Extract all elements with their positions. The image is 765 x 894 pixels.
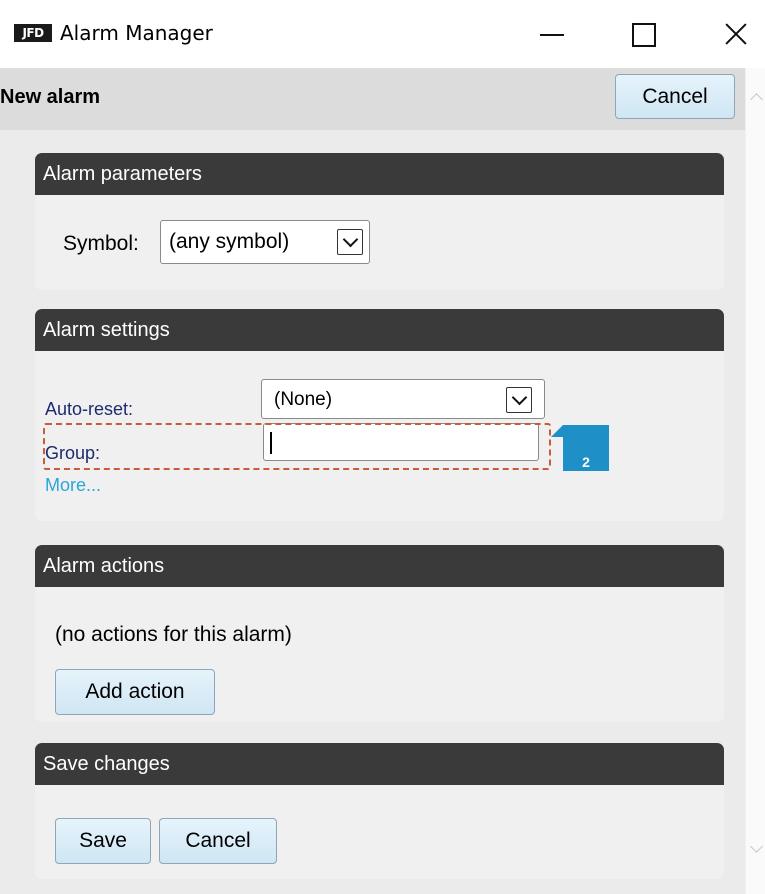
vertical-scrollbar[interactable] <box>745 68 765 894</box>
auto-reset-label: Auto-reset: <box>45 399 134 419</box>
alarm-parameters-panel: Alarm parameters Symbol: (any symbol) <box>35 153 724 290</box>
scroll-down-icon[interactable] <box>749 842 763 856</box>
more-link[interactable]: More... <box>45 475 101 496</box>
chevron-down-icon[interactable] <box>337 229 363 255</box>
close-icon[interactable] <box>704 0 762 68</box>
cancel-button[interactable]: Cancel <box>159 818 277 864</box>
alarm-settings-heading: Alarm settings <box>35 309 724 351</box>
no-actions-text: (no actions for this alarm) <box>55 623 292 646</box>
alarm-parameters-heading: Alarm parameters <box>35 153 724 195</box>
symbol-select[interactable]: (any symbol) <box>160 220 370 264</box>
step-callout-badge: 2 <box>551 425 609 471</box>
alarm-settings-panel: Alarm settings Auto-reset: (None) Group:… <box>35 309 724 521</box>
alarm-actions-heading: Alarm actions <box>35 545 724 587</box>
symbol-label: Symbol: <box>63 232 139 255</box>
save-changes-panel: Save changes Save Cancel <box>35 743 724 879</box>
maximize-icon[interactable] <box>612 0 670 68</box>
save-changes-heading: Save changes <box>35 743 724 785</box>
app-logo: JFD <box>14 24 52 42</box>
auto-reset-select[interactable]: (None) <box>261 379 545 419</box>
header-cancel-button[interactable]: Cancel <box>615 74 735 119</box>
alarm-actions-panel: Alarm actions (no actions for this alarm… <box>35 545 724 722</box>
symbol-select-value: (any symbol) <box>169 230 290 253</box>
page-title: New alarm <box>0 86 101 108</box>
scroll-up-icon[interactable] <box>749 90 763 104</box>
add-action-button[interactable]: Add action <box>55 669 215 715</box>
page-header: New alarm Cancel <box>0 68 745 130</box>
window-title: Alarm Manager <box>60 21 213 45</box>
main-content: New alarm Cancel Alarm parameters Symbol… <box>0 68 745 894</box>
auto-reset-value: (None) <box>274 389 333 410</box>
save-button[interactable]: Save <box>55 818 151 864</box>
minimize-icon[interactable] <box>524 0 582 68</box>
title-bar: JFD Alarm Manager <box>0 0 765 68</box>
chevron-down-icon[interactable] <box>506 387 532 413</box>
group-highlight-annotation <box>43 423 551 470</box>
